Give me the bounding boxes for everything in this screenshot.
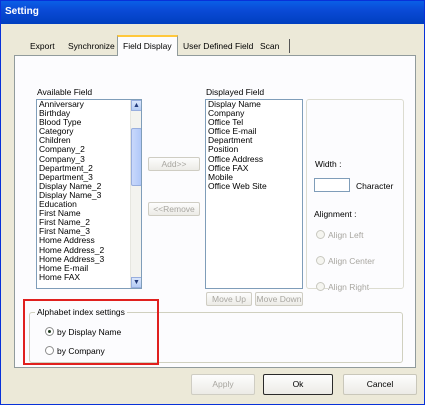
align-center-radio[interactable] bbox=[316, 256, 325, 265]
remove-button[interactable]: <<Remove bbox=[148, 202, 200, 216]
list-item[interactable]: Home FAX bbox=[37, 272, 141, 282]
scroll-down-icon[interactable]: ▼ bbox=[131, 277, 141, 288]
available-list-scrollbar[interactable]: ▲ ▼ bbox=[130, 100, 141, 288]
tab-field-display[interactable]: Field Display bbox=[117, 35, 178, 56]
settings-window: Setting Export Synchronize Field Display… bbox=[0, 0, 425, 405]
align-right-label: Align Right bbox=[328, 282, 370, 292]
available-field-items: Anniversary Birthday Blood Type Category Chi… bbox=[37, 100, 141, 282]
scroll-up-icon[interactable]: ▲ bbox=[131, 100, 141, 111]
width-field[interactable] bbox=[314, 178, 350, 192]
window-title: Setting bbox=[1, 1, 424, 24]
scroll-thumb[interactable] bbox=[131, 128, 141, 186]
character-label: Character bbox=[356, 181, 394, 191]
align-left-radio[interactable] bbox=[316, 230, 325, 239]
available-field-label: Available Field bbox=[37, 87, 93, 97]
align-right-radio[interactable] bbox=[316, 282, 325, 291]
apply-button[interactable]: Apply bbox=[191, 374, 255, 395]
tab-synchronize[interactable]: Synchronize bbox=[63, 38, 120, 55]
tab-user-defined-field[interactable]: User Defined Field bbox=[178, 38, 258, 55]
displayed-field-items: Display Name Company Office Tel Office E-ma… bbox=[206, 100, 302, 191]
move-up-button[interactable]: Move Up bbox=[206, 292, 252, 306]
cancel-button[interactable]: Cancel bbox=[343, 374, 417, 395]
list-item[interactable]: Office Web Site bbox=[206, 181, 302, 191]
ok-button[interactable]: Ok bbox=[263, 374, 333, 395]
alignment-label: Alignment : bbox=[314, 209, 357, 219]
displayed-field-label: Displayed Field bbox=[206, 87, 265, 97]
add-button[interactable]: Add>> bbox=[148, 157, 200, 171]
align-left-label: Align Left bbox=[328, 230, 364, 240]
displayed-field-list[interactable]: Display Name Company Office Tel Office E-ma… bbox=[205, 99, 303, 289]
tab-scan[interactable]: Scan bbox=[255, 38, 284, 55]
tab-separator bbox=[289, 39, 290, 53]
width-label: Width : bbox=[315, 159, 342, 169]
highlight-annotation bbox=[23, 299, 159, 365]
tab-export[interactable]: Export bbox=[25, 38, 60, 55]
available-field-list[interactable]: Anniversary Birthday Blood Type Category Chi… bbox=[36, 99, 142, 289]
move-down-button[interactable]: Move Down bbox=[255, 292, 303, 306]
align-center-label: Align Center bbox=[328, 256, 375, 266]
